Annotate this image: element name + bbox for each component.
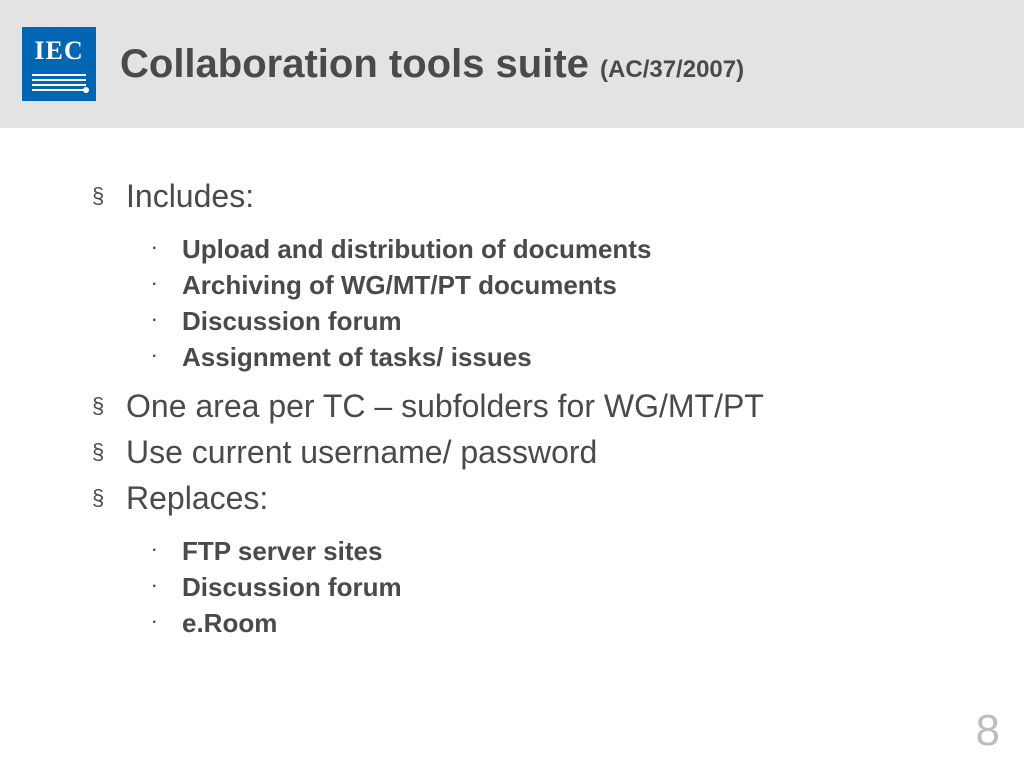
list-item: · FTP server sites [152,534,954,568]
list-item-text: FTP server sites [182,534,382,568]
list-item: · e.Room [152,606,954,640]
slide-header: IEC Collaboration tools suite (AC/37/200… [0,0,1024,128]
dot-icon: · [152,268,182,302]
dot-icon: · [152,570,182,604]
section-marker-icon: § [92,176,126,216]
list-item-text: e.Room [182,606,277,640]
dot-icon: · [152,340,182,374]
bullet-text: Use current username/ password [126,432,597,472]
section-marker-icon: § [92,386,126,426]
page-number: 8 [976,706,1000,756]
list-item-text: Discussion forum [182,570,402,604]
title-main: Collaboration tools suite [120,42,600,86]
bullet-text: Replaces: [126,478,268,518]
bullet-replaces: § Replaces: [92,478,954,518]
title-sub: (AC/37/2007) [600,56,744,83]
slide-title: Collaboration tools suite (AC/37/2007) [120,42,744,87]
dot-icon: · [152,534,182,568]
bullet-use-current: § Use current username/ password [92,432,954,472]
list-item-text: Assignment of tasks/ issues [182,340,532,374]
iec-logo: IEC [22,27,96,101]
list-item-text: Discussion forum [182,304,402,338]
list-item-text: Upload and distribution of documents [182,232,651,266]
list-item: · Discussion forum [152,304,954,338]
list-item: · Upload and distribution of documents [152,232,954,266]
dot-icon: · [152,606,182,640]
bullet-one-area: § One area per TC – subfolders for WG/MT… [92,386,954,426]
list-item: · Assignment of tasks/ issues [152,340,954,374]
bullet-text: Includes: [126,176,254,216]
svg-text:IEC: IEC [34,36,83,65]
list-item-text: Archiving of WG/MT/PT documents [182,268,617,302]
list-item: · Archiving of WG/MT/PT documents [152,268,954,302]
slide-content: § Includes: · Upload and distribution of… [0,128,1024,640]
section-marker-icon: § [92,432,126,472]
dot-icon: · [152,232,182,266]
list-item: · Discussion forum [152,570,954,604]
dot-icon: · [152,304,182,338]
bullet-includes: § Includes: [92,176,954,216]
bullet-text: One area per TC – subfolders for WG/MT/P… [126,386,764,426]
section-marker-icon: § [92,478,126,518]
